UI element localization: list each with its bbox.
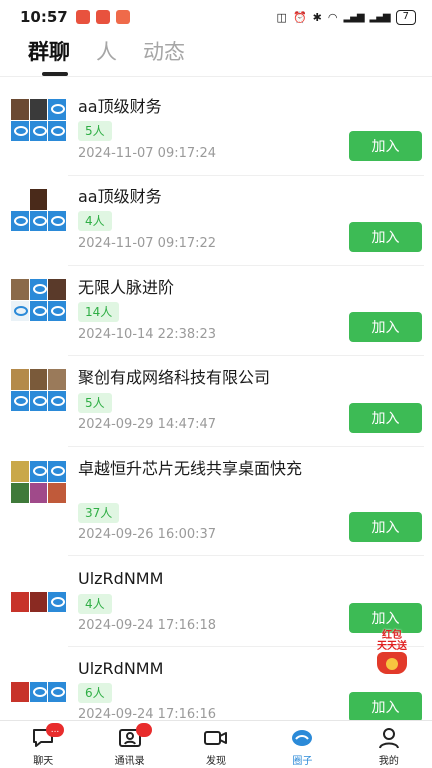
circle-icon bbox=[292, 730, 313, 746]
app-notification-icon bbox=[115, 10, 130, 24]
member-count-badge: 5人 bbox=[78, 393, 112, 413]
tab-people[interactable]: 人 bbox=[96, 34, 117, 74]
notification-dot bbox=[136, 723, 153, 737]
coin-icon bbox=[386, 658, 398, 670]
list-item[interactable]: 卓越恒升芯片无线共享桌面快充 37人 2024-09-26 16:00:37 加… bbox=[0, 447, 432, 557]
join-button[interactable]: 加入 bbox=[349, 312, 422, 342]
status-bar: 10:57 ◫ ⏰ ✱ ◠ ▂▄▆ ▂▄▆ 7 bbox=[0, 0, 432, 34]
member-count-badge: 37人 bbox=[78, 503, 120, 523]
group-name: aa顶级财务 bbox=[78, 97, 162, 116]
list-item[interactable]: 聚创有成网络科技有限公司 5人 2024-09-29 14:47:47 加入 bbox=[0, 347, 432, 447]
nav-label: 圈子 bbox=[292, 756, 313, 767]
alarm-icon: ⏰ bbox=[292, 10, 307, 24]
nav-label: 通讯录 bbox=[114, 756, 145, 767]
list-item[interactable]: aa顶级财务 5人 2024-11-07 09:17:24 加入 bbox=[0, 77, 432, 176]
group-avatar bbox=[11, 369, 66, 411]
bottom-nav: ... 聊天 通讯录 发现 圈子 我的 bbox=[0, 720, 432, 768]
group-time: 2024-11-07 09:17:24 bbox=[78, 146, 217, 161]
status-right: ◫ ⏰ ✱ ◠ ▂▄▆ ▂▄▆ 7 bbox=[276, 9, 416, 25]
app-notification-icon bbox=[95, 10, 110, 24]
status-time: 10:57 bbox=[20, 8, 68, 26]
nav-circle[interactable]: 圈子 bbox=[259, 721, 345, 768]
signal-icon-2: ▂▄▆ bbox=[369, 11, 391, 23]
bluetooth-icon: ✱ bbox=[312, 10, 322, 24]
list-divider bbox=[68, 555, 424, 556]
nav-chat[interactable]: ... 聊天 bbox=[0, 721, 86, 768]
member-count-badge: 6人 bbox=[78, 683, 112, 703]
nav-discover[interactable]: 发现 bbox=[173, 721, 259, 768]
red-packet-label: 红包 天天送 bbox=[377, 630, 407, 652]
group-name: UlzRdNMM bbox=[78, 569, 164, 588]
member-count-badge: 5人 bbox=[78, 121, 112, 141]
red-packet-promo[interactable]: 红包 天天送 bbox=[367, 628, 417, 676]
tab-moments[interactable]: 动态 bbox=[143, 34, 185, 74]
list-item[interactable]: aa顶级财务 4人 2024-11-07 09:17:22 加入 bbox=[0, 167, 432, 266]
member-count-badge: 4人 bbox=[78, 211, 112, 231]
nav-label: 发现 bbox=[206, 756, 227, 767]
battery-icon: 7 bbox=[395, 9, 416, 25]
wifi-icon: ◠ bbox=[327, 10, 338, 24]
group-avatar bbox=[11, 570, 66, 612]
group-avatar bbox=[11, 461, 66, 503]
join-button[interactable]: 加入 bbox=[349, 512, 422, 542]
group-name: aa顶级财务 bbox=[78, 187, 162, 206]
group-time: 2024-09-24 17:16:18 bbox=[78, 618, 217, 633]
nav-contacts[interactable]: 通讯录 bbox=[86, 721, 172, 768]
group-time: 2024-09-29 14:47:47 bbox=[78, 417, 217, 432]
join-button[interactable]: 加入 bbox=[349, 222, 422, 252]
nav-label: 我的 bbox=[378, 756, 399, 767]
member-count-badge: 4人 bbox=[78, 594, 112, 614]
unread-badge: ... bbox=[46, 723, 64, 737]
group-name: 聚创有成网络科技有限公司 bbox=[78, 368, 271, 387]
group-list: aa顶级财务 5人 2024-11-07 09:17:24 加入 aa顶级财务 … bbox=[0, 77, 432, 720]
join-button[interactable]: 加入 bbox=[349, 131, 422, 161]
tab-group-chat[interactable]: 群聊 bbox=[28, 34, 70, 76]
join-button[interactable]: 加入 bbox=[349, 692, 422, 720]
group-avatar bbox=[11, 189, 66, 231]
join-button[interactable]: 加入 bbox=[349, 403, 422, 433]
group-name: 无限人脉进阶 bbox=[78, 278, 175, 297]
nav-me[interactable]: 我的 bbox=[346, 721, 432, 768]
group-time: 2024-09-24 17:16:16 bbox=[78, 707, 217, 720]
signal-icon: ▂▄▆ bbox=[343, 11, 364, 23]
nfc-icon: ◫ bbox=[276, 10, 287, 24]
app-notification-icon bbox=[75, 10, 90, 24]
group-avatar bbox=[11, 660, 66, 702]
group-time: 2024-10-14 22:38:23 bbox=[78, 327, 217, 342]
list-item[interactable]: 无限人脉进阶 14人 2024-10-14 22:38:23 加入 bbox=[0, 257, 432, 356]
notification-icons bbox=[75, 10, 130, 24]
video-camera-icon bbox=[204, 731, 228, 745]
group-avatar bbox=[11, 99, 66, 141]
person-icon bbox=[378, 728, 399, 749]
top-tabs: 群聊 人 动态 bbox=[0, 34, 432, 76]
group-time: 2024-09-26 16:00:37 bbox=[78, 527, 217, 542]
group-name: 卓越恒升芯片无线共享桌面快充 bbox=[78, 459, 303, 478]
member-count-badge: 14人 bbox=[78, 302, 120, 322]
group-avatar bbox=[11, 279, 66, 321]
group-name: UlzRdNMM bbox=[78, 659, 164, 678]
group-time: 2024-11-07 09:17:22 bbox=[78, 236, 217, 251]
nav-label: 聊天 bbox=[33, 756, 54, 767]
